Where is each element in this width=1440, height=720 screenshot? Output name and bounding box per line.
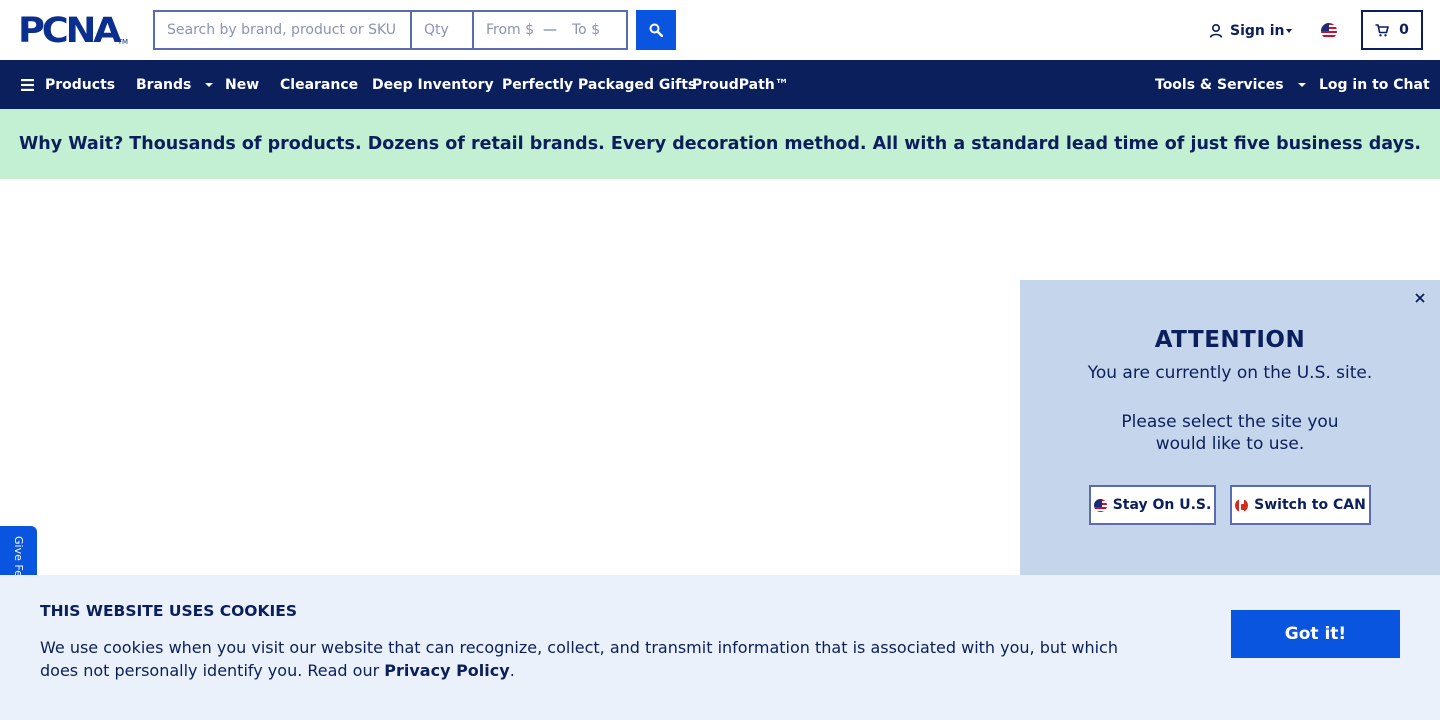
nav-chat-login[interactable]: Log in to Chat (1319, 60, 1430, 109)
modal-current-site: You are currently on the U.S. site. (1087, 363, 1373, 383)
modal-prompt-line1: Please select the site you (1121, 412, 1339, 432)
cart-count: 0 (1399, 22, 1409, 38)
cart-button[interactable]: 0 (1361, 10, 1423, 50)
cookie-body-text: We use cookies when you visit our websit… (40, 638, 1118, 680)
nav-deep-inventory-label: Deep Inventory (372, 76, 494, 93)
nav-clearance[interactable]: Clearance (280, 60, 358, 109)
logo-wordmark: PCNA (18, 11, 122, 51)
nav-brands[interactable]: Brands (136, 60, 214, 109)
promo-banner: Why Wait? Thousands of products. Dozens … (0, 109, 1440, 179)
price-from-input[interactable] (474, 12, 540, 48)
sign-in-label: Sign in (1230, 23, 1285, 39)
main-nav: Products Brands New Clearance Deep Inven… (0, 60, 1440, 109)
cookie-period: . (509, 661, 515, 680)
search-bar: — (153, 10, 628, 50)
chevron-down-icon (205, 82, 214, 87)
nav-tools-services[interactable]: Tools & Services (1155, 60, 1306, 109)
price-range-dash: — (543, 22, 557, 38)
sign-in-button[interactable]: Sign in (1208, 20, 1292, 42)
promo-text: Why Wait? Thousands of products. Dozens … (18, 134, 1422, 154)
price-to-input[interactable] (560, 12, 626, 48)
nav-gifts[interactable]: Perfectly Packaged Gifts (502, 60, 696, 109)
nav-deep-inventory[interactable]: Deep Inventory (372, 60, 494, 109)
nav-gifts-label: Perfectly Packaged Gifts (502, 76, 697, 93)
modal-prompt-line2: would like to use. (1155, 434, 1305, 454)
canada-flag-icon (1235, 498, 1249, 512)
nav-proudpath[interactable]: ProudPath™ (692, 60, 789, 109)
nav-products[interactable]: Products (21, 60, 115, 109)
us-flag-icon (1093, 498, 1107, 512)
accept-cookies-button[interactable]: Got it! (1231, 610, 1400, 658)
search-input[interactable] (155, 12, 412, 48)
site-header: PCNA TM — Sign in 0 (0, 0, 1440, 60)
cookie-message: We use cookies when you visit our websit… (40, 636, 1140, 682)
chevron-down-icon (1285, 29, 1292, 33)
nav-products-label: Products (45, 76, 116, 93)
close-icon[interactable] (1412, 290, 1428, 306)
hamburger-icon (21, 78, 34, 91)
nav-new[interactable]: New (225, 60, 259, 109)
nav-new-label: New (225, 76, 260, 93)
search-button[interactable] (636, 10, 676, 50)
qty-input[interactable] (412, 12, 474, 48)
modal-title: ATTENTION (1154, 327, 1306, 353)
nav-brands-label: Brands (136, 76, 192, 93)
user-icon (1209, 23, 1223, 38)
nav-proudpath-label: ProudPath™ (692, 76, 789, 93)
stay-us-button[interactable]: Stay On U.S. (1089, 485, 1216, 525)
chevron-down-icon (1297, 82, 1306, 87)
search-icon (649, 23, 663, 37)
us-flag-icon[interactable] (1321, 23, 1337, 39)
nav-clearance-label: Clearance (280, 76, 359, 93)
switch-can-button[interactable]: Switch to CAN (1230, 485, 1371, 525)
pcna-logo[interactable]: PCNA TM (18, 11, 129, 51)
cart-icon (1375, 23, 1389, 36)
cookie-banner: THIS WEBSITE USES COOKIES We use cookies… (0, 575, 1440, 720)
privacy-policy-link[interactable]: Privacy Policy (384, 661, 509, 680)
stay-us-label: Stay On U.S. (1112, 497, 1212, 513)
nav-tools-label: Tools & Services (1155, 76, 1284, 93)
nav-chat-label: Log in to Chat (1319, 76, 1430, 93)
site-select-modal: ATTENTION You are currently on the U.S. … (1020, 280, 1440, 580)
switch-can-label: Switch to CAN (1254, 497, 1366, 513)
cookie-title: THIS WEBSITE USES COOKIES (40, 602, 298, 620)
logo-trademark: TM (117, 38, 129, 46)
